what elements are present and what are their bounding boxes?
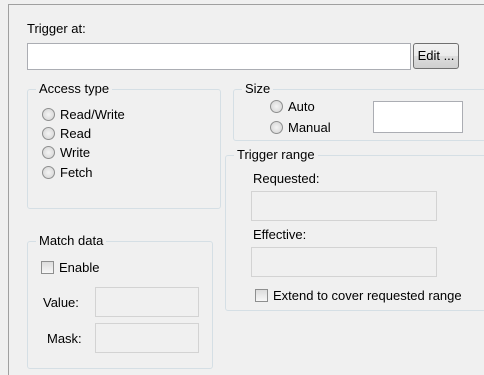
radio-auto-label: Auto <box>288 99 315 114</box>
radio-read-label: Read <box>60 126 92 141</box>
mask-label: Mask: <box>47 331 82 346</box>
access-type-title: Access type <box>36 81 113 97</box>
radio-circle-icon <box>42 166 55 179</box>
effective-label: Effective: <box>253 227 307 242</box>
radio-circle-icon <box>270 121 283 134</box>
checkbox-icon <box>255 289 268 302</box>
value-label: Value: <box>43 295 79 310</box>
mask-field <box>95 323 199 353</box>
radio-manual-label: Manual <box>288 120 331 135</box>
trigger-range-title: Trigger range <box>234 147 318 163</box>
radio-circle-icon <box>42 127 55 140</box>
trigger-at-input[interactable] <box>27 43 411 70</box>
radio-write-label: Write <box>60 145 91 160</box>
size-title: Size <box>242 81 274 97</box>
access-type-group: Access type Read/Write Read Write Fetch <box>27 81 221 209</box>
breakpoint-options-panel: Trigger at: Edit ... Access type Read/Wr… <box>8 4 484 375</box>
trigger-at-label: Trigger at: <box>27 21 86 36</box>
match-data-title: Match data <box>36 233 107 249</box>
radio-circle-icon <box>42 108 55 121</box>
effective-field <box>251 247 437 277</box>
extend-range-label: Extend to cover requested range <box>273 288 462 303</box>
radio-read-write-label: Read/Write <box>60 107 125 122</box>
size-input[interactable] <box>373 101 463 133</box>
radio-fetch-label: Fetch <box>60 165 93 180</box>
checkbox-icon <box>41 261 54 274</box>
radio-circle-icon <box>270 100 283 113</box>
requested-field <box>251 191 437 221</box>
enable-label: Enable <box>59 260 100 275</box>
value-field <box>95 287 199 317</box>
radio-circle-icon <box>42 146 55 159</box>
edit-button[interactable]: Edit ... <box>413 43 459 69</box>
requested-label: Requested: <box>253 171 320 186</box>
